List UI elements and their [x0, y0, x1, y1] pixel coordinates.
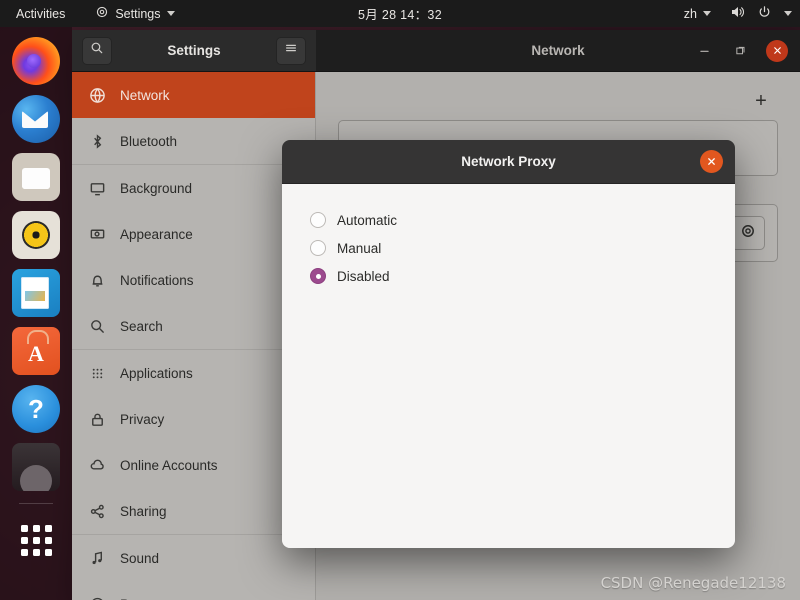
sidebar-item-label: Power	[120, 597, 158, 600]
sidebar-item-label: Bluetooth	[120, 133, 178, 149]
dock-item-libreoffice-writer[interactable]	[12, 269, 60, 317]
keyboard-language-indicator[interactable]: zh	[678, 4, 717, 24]
app-menu-settings[interactable]: Settings	[89, 2, 180, 25]
search-icon	[88, 317, 106, 335]
sidebar-item-label: Privacy	[120, 411, 165, 427]
add-connection-button[interactable]: +	[748, 88, 774, 114]
status-menu-chevron-down-icon[interactable]	[784, 11, 792, 16]
search-button[interactable]	[82, 36, 112, 65]
sidebar-item-label: Notifications	[120, 272, 194, 288]
dialog-close-button[interactable]	[700, 150, 723, 173]
sidebar-item-sound[interactable]: Sound	[72, 535, 315, 581]
sidebar-item-notifications[interactable]: Notifications	[72, 257, 315, 303]
dialog-body: Automatic Manual Disabled	[282, 184, 735, 548]
dock-item-firefox[interactable]	[12, 37, 60, 85]
gear-icon	[95, 5, 109, 22]
sidebar-item-search[interactable]: Search	[72, 303, 315, 349]
sidebar-item-sharing[interactable]: Sharing	[72, 488, 315, 534]
grid-icon	[88, 364, 106, 382]
appearance-icon	[88, 225, 106, 243]
proxy-option-label: Automatic	[337, 212, 398, 228]
volume-icon[interactable]	[729, 4, 745, 23]
sidebar-item-background[interactable]: Background	[72, 165, 315, 211]
globe-icon	[88, 86, 106, 104]
sidebar-item-label: Network	[120, 87, 170, 103]
bell-icon	[88, 271, 106, 289]
window-controls	[694, 39, 800, 62]
sidebar-headerbar: Settings	[72, 30, 316, 72]
dock-item-help[interactable]	[12, 385, 60, 433]
clock-datetime[interactable]: 5月 28 14：32	[350, 1, 450, 26]
settings-window: Settings Network Network Bluetooth Backg…	[72, 30, 800, 600]
lock-icon	[88, 410, 106, 428]
sidebar-item-appearance[interactable]: Appearance	[72, 211, 315, 257]
settings-title: Settings	[167, 43, 221, 58]
language-label: zh	[683, 6, 697, 21]
radio-button-manual[interactable]	[310, 240, 326, 256]
dock-item-ubuntu-software[interactable]	[12, 327, 60, 375]
minimize-button[interactable]	[694, 41, 714, 61]
watermark: CSDN @Renegade12138	[600, 574, 786, 592]
sidebar-item-label: Online Accounts	[120, 457, 218, 473]
chevron-down-icon	[166, 11, 175, 16]
show-applications-button[interactable]	[12, 516, 60, 564]
content-toolbar: +	[338, 88, 778, 114]
settings-sidebar: Network Bluetooth Background Appearance …	[72, 72, 316, 600]
sidebar-item-label: Applications	[120, 365, 193, 381]
power-icon[interactable]	[757, 5, 772, 23]
share-icon	[88, 502, 106, 520]
music-note-icon	[88, 549, 106, 567]
ubuntu-dock	[0, 27, 72, 600]
proxy-option-label: Manual	[337, 240, 382, 256]
cloud-icon	[88, 456, 106, 474]
chevron-down-icon	[703, 11, 711, 16]
sidebar-item-label: Sound	[120, 550, 160, 566]
proxy-option-disabled[interactable]: Disabled	[310, 262, 707, 290]
search-icon	[90, 41, 104, 60]
sidebar-item-power[interactable]: Power	[72, 581, 315, 600]
main-menu-button[interactable]	[275, 36, 306, 65]
sidebar-item-label: Sharing	[120, 503, 167, 519]
radio-button-automatic[interactable]	[310, 212, 326, 228]
dock-item-files[interactable]	[12, 153, 60, 201]
proxy-option-manual[interactable]: Manual	[310, 234, 707, 262]
app-menu-label: Settings	[115, 6, 161, 21]
gnome-top-bar: Activities Settings 5月 28 14：32 zh	[0, 0, 800, 27]
dock-divider	[19, 503, 53, 504]
top-bar-left-group: Activities Settings	[0, 2, 181, 25]
grid-icon	[20, 524, 52, 556]
proxy-option-automatic[interactable]: Automatic	[310, 206, 707, 234]
proxy-option-label: Disabled	[337, 268, 390, 284]
radio-button-disabled[interactable]	[310, 268, 326, 284]
hamburger-menu-icon	[284, 41, 298, 60]
sidebar-item-online-accounts[interactable]: Online Accounts	[72, 442, 315, 488]
gear-icon	[739, 222, 757, 245]
sidebar-item-privacy[interactable]: Privacy	[72, 396, 315, 442]
activities-button[interactable]: Activities	[10, 4, 71, 24]
window-titlebar: Settings Network	[72, 30, 800, 72]
sidebar-item-network[interactable]: Network	[72, 72, 315, 118]
bluetooth-icon	[88, 132, 106, 150]
dock-item-rhythmbox[interactable]	[12, 211, 60, 259]
top-bar-status-area[interactable]: zh	[678, 0, 792, 27]
dialog-title: Network Proxy	[461, 154, 556, 169]
sidebar-item-applications[interactable]: Applications	[72, 350, 315, 396]
sidebar-item-bluetooth[interactable]: Bluetooth	[72, 118, 315, 164]
network-proxy-dialog: Network Proxy Automatic Manual Disabled	[282, 140, 735, 548]
sidebar-item-label: Background	[120, 180, 193, 196]
monitor-icon	[88, 179, 106, 197]
dock-item-thunderbird[interactable]	[12, 95, 60, 143]
activities-label: Activities	[16, 6, 66, 21]
sidebar-item-label: Search	[120, 318, 163, 334]
dock-item-trash[interactable]	[12, 443, 60, 491]
power-icon	[88, 595, 106, 600]
close-button[interactable]	[766, 39, 788, 62]
proxy-settings-button[interactable]	[731, 216, 765, 250]
desktop-screen: Activities Settings 5月 28 14：32 zh A ? S…	[0, 0, 800, 600]
maximize-button[interactable]	[730, 41, 750, 61]
dialog-titlebar: Network Proxy	[282, 140, 735, 184]
sidebar-item-label: Appearance	[120, 226, 193, 242]
main-headerbar: Network	[316, 30, 800, 72]
